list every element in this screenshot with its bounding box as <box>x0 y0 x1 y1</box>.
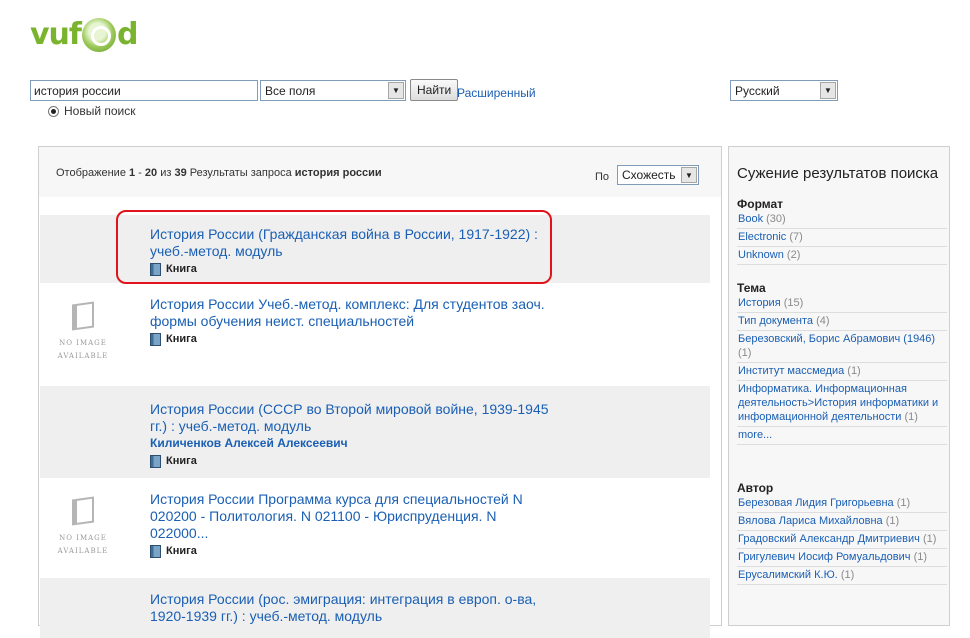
result-title-link[interactable]: История России (СССР во Второй мировой в… <box>150 401 549 434</box>
chevron-down-icon: ▼ <box>388 82 404 99</box>
facet-heading: Формат <box>737 197 784 211</box>
logo-text-vuf: vuf <box>30 16 82 52</box>
advanced-search-link[interactable]: Расширенный <box>457 86 536 100</box>
format-label: Книга <box>150 331 550 348</box>
facet-item[interactable]: Березовая Лидия Григорьевна (1) <box>737 495 947 513</box>
results-summary: Отображение 1 - 20 из 39 Результаты запр… <box>56 167 382 179</box>
facet-group-format: Формат Book (30) Electronic (7) Unknown … <box>737 197 947 265</box>
facet-item[interactable]: Ерусалимский К.Ю. (1) <box>737 567 947 585</box>
facets-sidebar: Сужение результатов поиска Формат Book (… <box>728 146 950 626</box>
new-search-label: Новый поиск <box>64 104 136 118</box>
facet-item[interactable]: Unknown (2) <box>737 247 947 265</box>
facet-item[interactable]: Березовский, Борис Абрамович (1946) (1) <box>737 331 947 363</box>
sort-label: По <box>595 171 610 183</box>
facet-group-topic: Тема История (15) Тип документа (4) Бере… <box>737 281 947 445</box>
result-title-link[interactable]: История России Учеб.-метод. комплекс: Дл… <box>150 296 545 329</box>
result-item: NO IMAGE AVAILABLE История России Учеб.-м… <box>40 283 710 386</box>
logo-globe-icon <box>81 18 116 52</box>
language-select-value: Русский <box>735 83 780 98</box>
facet-item[interactable]: Тип документа (4) <box>737 313 947 331</box>
result-item: История России (рос. эмиграция: интеграц… <box>40 578 710 638</box>
facet-group-author: Автор Березовая Лидия Григорьевна (1) Вя… <box>737 481 947 585</box>
sort-select[interactable]: Схожесть ▼ <box>617 165 699 185</box>
search-field-select-value: Все поля <box>265 83 316 98</box>
sort-select-value: Схожесть <box>622 168 676 182</box>
result-title-link[interactable]: История России Программа курса для специ… <box>150 491 523 541</box>
no-image-placeholder: NO IMAGE AVAILABLE <box>48 496 118 558</box>
search-submit-button[interactable]: Найти <box>410 79 459 101</box>
facet-item[interactable]: История (15) <box>737 295 947 313</box>
facet-heading: Автор <box>737 481 774 495</box>
facet-item[interactable]: Градовский Александр Дмитриевич (1) <box>737 531 947 549</box>
vufind-logo[interactable]: vuf d <box>30 14 139 54</box>
facet-item[interactable]: Григулевич Иосиф Ромуальдович (1) <box>737 549 947 567</box>
book-outline-icon <box>72 301 94 331</box>
result-item: NO IMAGE AVAILABLE История России Програм… <box>40 478 710 578</box>
new-search-option[interactable]: Новый поиск <box>48 104 136 118</box>
result-author-link[interactable]: Киличенков Алексей Алексеевич <box>150 435 550 452</box>
sidebar-title: Сужение результатов поиска <box>737 165 939 182</box>
format-label: Книга <box>150 543 550 560</box>
search-field-select[interactable]: Все поля ▼ <box>260 80 406 101</box>
facet-heading: Тема <box>737 281 766 295</box>
facet-item[interactable]: Book (30) <box>737 211 947 229</box>
radio-icon[interactable] <box>48 105 59 117</box>
search-input[interactable] <box>30 80 258 101</box>
logo-text-d: d <box>116 16 139 52</box>
book-outline-icon <box>72 496 94 526</box>
no-image-placeholder: NO IMAGE AVAILABLE <box>48 301 118 363</box>
facet-item[interactable]: Вялова Лариса Михайловна (1) <box>737 513 947 531</box>
book-icon <box>150 455 161 468</box>
facet-item[interactable]: Институт массмедиа (1) <box>737 363 947 381</box>
chevron-down-icon: ▼ <box>681 167 697 183</box>
book-icon <box>150 333 161 346</box>
chevron-down-icon: ▼ <box>820 82 836 99</box>
facet-item[interactable]: Информатика. Информационная деятельность… <box>737 381 947 427</box>
highlight-box <box>116 210 552 284</box>
book-icon <box>150 545 161 558</box>
result-title-link[interactable]: История России (рос. эмиграция: интеграц… <box>150 591 536 624</box>
results-header: Отображение 1 - 20 из 39 Результаты запр… <box>39 147 721 197</box>
facet-item[interactable]: Electronic (7) <box>737 229 947 247</box>
format-label: Книга <box>150 453 550 470</box>
facet-more-link[interactable]: more... <box>737 427 947 445</box>
language-select[interactable]: Русский ▼ <box>730 80 838 101</box>
result-item: История России (СССР во Второй мировой в… <box>40 386 710 478</box>
